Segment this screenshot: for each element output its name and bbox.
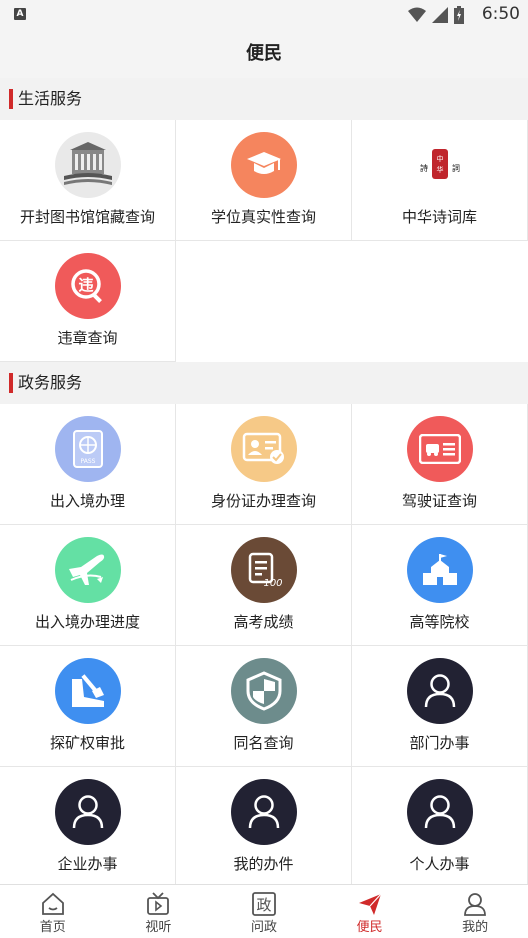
service-label: 部门办事 bbox=[409, 734, 470, 752]
tab-home[interactable]: 首页 bbox=[0, 885, 106, 938]
library-icon bbox=[55, 132, 121, 198]
zheng-icon: 政 bbox=[252, 892, 276, 916]
tab-label: 我的 bbox=[462, 920, 489, 935]
clock: 6:50 bbox=[481, 4, 520, 24]
service-id-card[interactable]: 身份证办理查询 bbox=[176, 404, 352, 525]
tab-bianmin[interactable]: 便民 bbox=[317, 885, 423, 938]
service-mining[interactable]: 探矿权审批 bbox=[0, 646, 176, 767]
violation-icon: 违 bbox=[55, 253, 121, 319]
section-title: 政务服务 bbox=[18, 373, 83, 392]
service-gaokao[interactable]: 100 高考成绩 bbox=[176, 525, 352, 646]
service-library[interactable]: 开封图书馆馆藏查询 bbox=[0, 120, 176, 241]
svg-text:华: 华 bbox=[437, 165, 444, 174]
person-icon bbox=[407, 658, 473, 724]
section-accent-bar bbox=[9, 89, 13, 109]
section-header-gov: 政务服务 bbox=[0, 362, 528, 404]
service-department[interactable]: 部门办事 bbox=[352, 646, 528, 767]
service-label: 高等院校 bbox=[409, 613, 470, 631]
service-university[interactable]: 高等院校 bbox=[352, 525, 528, 646]
person-icon bbox=[407, 779, 473, 845]
home-icon bbox=[41, 892, 64, 915]
service-label: 出入境办理进度 bbox=[34, 613, 140, 631]
svg-text:100: 100 bbox=[263, 578, 282, 589]
status-bar: A 6:50 bbox=[0, 0, 528, 30]
service-label: 出入境办理 bbox=[49, 492, 125, 510]
service-violation[interactable]: 违 违章查询 bbox=[0, 241, 176, 362]
svg-text:詞: 詞 bbox=[452, 163, 460, 173]
section-accent-bar bbox=[9, 373, 13, 393]
service-label: 违章查询 bbox=[57, 329, 118, 347]
shield-icon bbox=[231, 658, 297, 724]
service-label: 探矿权审批 bbox=[49, 734, 125, 752]
wifi-icon bbox=[408, 7, 426, 22]
svg-text:中: 中 bbox=[437, 154, 444, 163]
service-exit-entry[interactable]: PASS 出入境办理 bbox=[0, 404, 176, 525]
service-enterprise[interactable]: 企业办事 bbox=[0, 767, 176, 888]
notification-icon: A bbox=[14, 8, 26, 20]
service-exit-progress[interactable]: 出入境办理进度 bbox=[0, 525, 176, 646]
driver-license-icon bbox=[407, 416, 473, 482]
service-label: 个人办事 bbox=[409, 855, 470, 873]
poetry-seal-icon: 中 华 詩 詞 bbox=[407, 132, 473, 198]
send-icon bbox=[358, 893, 382, 915]
svg-text:PASS: PASS bbox=[81, 458, 96, 465]
bottom-tab-bar: 首页 视听 政 问政 便民 我的 bbox=[0, 884, 528, 938]
service-label: 高考成绩 bbox=[233, 613, 294, 631]
service-label: 身份证办理查询 bbox=[210, 492, 316, 510]
service-driver-license[interactable]: 驾驶证查询 bbox=[352, 404, 528, 525]
tab-label: 首页 bbox=[39, 920, 66, 935]
service-label: 学位真实性查询 bbox=[210, 208, 316, 226]
exam-score-icon: 100 bbox=[231, 537, 297, 603]
id-card-icon bbox=[231, 416, 297, 482]
service-my-cases[interactable]: 我的办件 bbox=[176, 767, 352, 888]
service-label: 中华诗词库 bbox=[401, 208, 477, 226]
service-label: 企业办事 bbox=[57, 855, 118, 873]
person-icon bbox=[55, 779, 121, 845]
service-degree[interactable]: 学位真实性查询 bbox=[176, 120, 352, 241]
battery-icon bbox=[454, 6, 464, 24]
airplane-icon bbox=[55, 537, 121, 603]
university-icon bbox=[407, 537, 473, 603]
section-header-life: 生活服务 bbox=[0, 78, 528, 120]
profile-icon bbox=[464, 893, 487, 916]
page-title: 便民 bbox=[246, 43, 282, 64]
mining-icon bbox=[55, 658, 121, 724]
tab-label: 问政 bbox=[250, 920, 277, 935]
graduation-cap-icon bbox=[231, 132, 297, 198]
svg-text:政: 政 bbox=[256, 896, 271, 914]
svg-text:违: 违 bbox=[78, 276, 93, 294]
passport-icon: PASS bbox=[55, 416, 121, 482]
service-same-name[interactable]: 同名查询 bbox=[176, 646, 352, 767]
signal-icon bbox=[432, 7, 448, 23]
section-title: 生活服务 bbox=[18, 89, 83, 108]
tab-label: 便民 bbox=[356, 920, 383, 935]
svg-text:詩: 詩 bbox=[420, 163, 428, 173]
service-label: 开封图书馆馆藏查询 bbox=[19, 208, 155, 226]
person-icon bbox=[231, 779, 297, 845]
tab-mine[interactable]: 我的 bbox=[422, 885, 528, 938]
service-label: 驾驶证查询 bbox=[401, 492, 477, 510]
tab-wenzheng[interactable]: 政 问政 bbox=[211, 885, 317, 938]
service-poetry[interactable]: 中 华 詩 詞 中华诗词库 bbox=[352, 120, 528, 241]
service-personal[interactable]: 个人办事 bbox=[352, 767, 528, 888]
tab-label: 视听 bbox=[145, 920, 172, 935]
tab-video[interactable]: 视听 bbox=[106, 885, 212, 938]
service-label: 我的办件 bbox=[233, 855, 294, 873]
service-label: 同名查询 bbox=[233, 734, 294, 752]
tv-icon bbox=[147, 892, 170, 915]
app-header: 便民 bbox=[0, 30, 528, 78]
